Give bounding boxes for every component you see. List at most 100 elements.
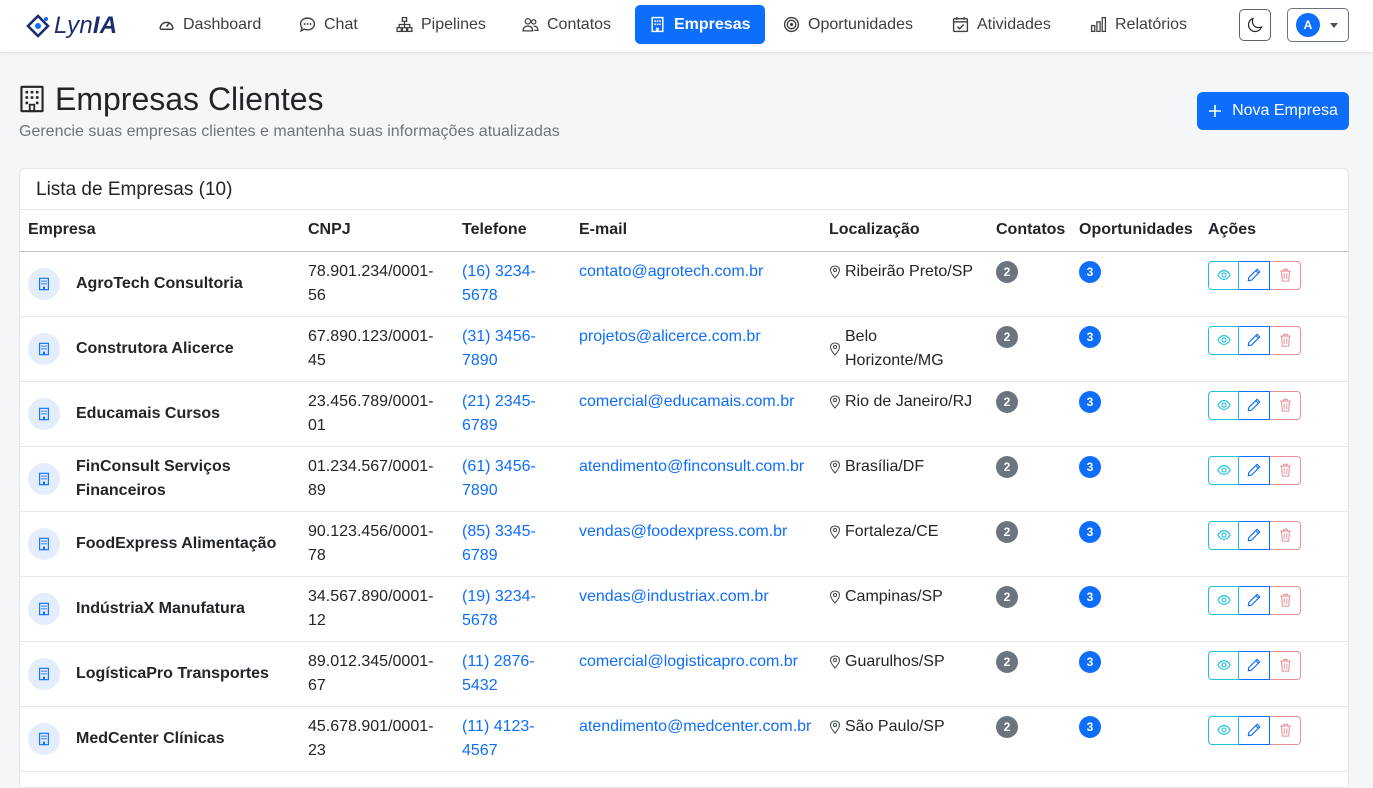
phone-link[interactable]: (19) 3234-5678: [462, 588, 536, 629]
delete-button[interactable]: [1270, 455, 1301, 485]
edit-button[interactable]: [1239, 390, 1270, 420]
phone-link[interactable]: (11) 2876-5432: [462, 653, 535, 694]
table-row[interactable]: IndústriaX Manufatura 34.567.890/0001-12…: [20, 576, 1348, 642]
geo-pin-icon: [829, 524, 841, 539]
delete-button[interactable]: [1270, 390, 1301, 420]
company-cell: Educamais Cursos: [20, 381, 300, 447]
nav-atividades-label: Atividades: [977, 15, 1051, 33]
edit-button[interactable]: [1239, 585, 1270, 615]
col-empresa[interactable]: Empresa: [20, 210, 300, 252]
building-icon: [28, 527, 60, 560]
email-link[interactable]: vendas@foodexpress.com.br: [579, 523, 787, 540]
table-row[interactable]: AgroTech Consultoria 78.901.234/0001-56 …: [20, 251, 1348, 317]
view-button[interactable]: [1208, 650, 1239, 680]
email-cell: comercial@educamais.com.br: [571, 381, 821, 447]
col-oportunidades[interactable]: Oportunidades: [1071, 210, 1200, 252]
email-link[interactable]: projetos@alicerce.com.br: [579, 328, 761, 345]
companies-card: Lista de Empresas (10) Empresa CNPJ Tele…: [19, 168, 1349, 788]
view-button[interactable]: [1208, 520, 1239, 550]
opportunities-badge: 3: [1079, 650, 1101, 673]
delete-button[interactable]: [1270, 715, 1301, 745]
table-row[interactable]: MedCenter Clínicas 45.678.901/0001-23 (1…: [20, 706, 1348, 772]
phone-cell: (85) 3345-6789: [454, 511, 571, 577]
phone-link[interactable]: (11) 4123-4567: [462, 718, 535, 759]
view-button[interactable]: [1208, 455, 1239, 485]
plus-icon: [1209, 105, 1222, 117]
location-cell: Brasília/DF: [821, 446, 988, 512]
contacts-badge: 2: [996, 585, 1018, 608]
email-link[interactable]: contato@agrotech.com.br: [579, 263, 763, 280]
email-link[interactable]: atendimento@medcenter.com.br: [579, 718, 811, 735]
nav-chat[interactable]: Chat: [285, 5, 372, 44]
opportunities-badge: 3: [1079, 390, 1101, 413]
email-cell: comercial@logisticapro.com.br: [571, 641, 821, 707]
nav-empresas[interactable]: Empresas: [635, 5, 765, 44]
view-button[interactable]: [1208, 390, 1239, 420]
user-menu-button[interactable]: A: [1287, 8, 1349, 42]
theme-toggle-button[interactable]: [1239, 9, 1271, 41]
nav-dashboard[interactable]: Dashboard: [144, 5, 275, 44]
nav-contatos[interactable]: Contatos: [508, 5, 625, 44]
table-row[interactable]: FoodExpress Alimentação 90.123.456/0001-…: [20, 511, 1348, 577]
email-link[interactable]: comercial@logisticapro.com.br: [579, 653, 798, 670]
geo-pin-icon: [829, 719, 841, 734]
col-telefone[interactable]: Telefone: [454, 210, 571, 252]
view-button[interactable]: [1208, 585, 1239, 615]
col-email[interactable]: E-mail: [571, 210, 821, 252]
email-link[interactable]: comercial@educamais.com.br: [579, 393, 794, 410]
trash-icon: [1279, 723, 1291, 737]
edit-button[interactable]: [1239, 260, 1270, 290]
col-contatos[interactable]: Contatos: [988, 210, 1071, 252]
view-button[interactable]: [1208, 325, 1239, 355]
delete-button[interactable]: [1270, 520, 1301, 550]
col-cnpj[interactable]: CNPJ: [300, 210, 454, 252]
edit-button[interactable]: [1239, 455, 1270, 485]
email-link[interactable]: vendas@industriax.com.br: [579, 588, 769, 605]
geo-pin-icon: [829, 264, 841, 279]
phone-link[interactable]: (21) 2345-6789: [462, 393, 536, 434]
actions-cell: [1200, 251, 1348, 317]
trash-icon: [1279, 658, 1291, 672]
nav-pipelines[interactable]: Pipelines: [382, 5, 500, 44]
edit-button[interactable]: [1239, 715, 1270, 745]
nav-relatorios[interactable]: Relatórios: [1076, 5, 1201, 44]
delete-button[interactable]: [1270, 650, 1301, 680]
phone-link[interactable]: (31) 3456-7890: [462, 328, 536, 369]
edit-button[interactable]: [1239, 650, 1270, 680]
phone-link[interactable]: (16) 3234-5678: [462, 263, 536, 304]
row-actions: [1208, 715, 1342, 745]
phone-link[interactable]: (61) 3456-7890: [462, 458, 536, 499]
table-row[interactable]: Construtora Alicerce 67.890.123/0001-45 …: [20, 316, 1348, 382]
brand-logo[interactable]: LynIA: [26, 11, 117, 41]
col-acoes: Ações: [1200, 210, 1348, 252]
building-icon: [20, 85, 44, 113]
nav-atividades[interactable]: Atividades: [938, 5, 1065, 44]
delete-button[interactable]: [1270, 325, 1301, 355]
page-subtitle: Gerencie suas empresas clientes e manten…: [19, 123, 560, 140]
email-link[interactable]: atendimento@finconsult.com.br: [579, 458, 804, 475]
contacts-badge: 2: [996, 520, 1018, 543]
nav-oportunidades-label: Oportunidades: [808, 15, 913, 33]
company-name: AgroTech Consultoria: [76, 274, 243, 292]
col-localizacao[interactable]: Localização: [821, 210, 988, 252]
delete-button[interactable]: [1270, 260, 1301, 290]
view-button[interactable]: [1208, 260, 1239, 290]
table-row[interactable]: FinConsult Serviços Financeiros 01.234.5…: [20, 446, 1348, 512]
brand-name: LynIA: [54, 12, 118, 39]
row-actions: [1208, 520, 1342, 550]
chevron-down-icon: [1330, 22, 1338, 28]
view-button[interactable]: [1208, 715, 1239, 745]
table-row[interactable]: Educamais Cursos 23.456.789/0001-01 (21)…: [20, 381, 1348, 447]
delete-button[interactable]: [1270, 585, 1301, 615]
new-company-button[interactable]: Nova Empresa: [1197, 92, 1349, 130]
location-text: Guarulhos/SP: [845, 652, 945, 670]
phone-link[interactable]: (85) 3345-6789: [462, 523, 536, 564]
edit-button[interactable]: [1239, 520, 1270, 550]
opportunities-badge: 3: [1079, 520, 1101, 543]
nav-oportunidades[interactable]: Oportunidades: [769, 5, 927, 44]
edit-button[interactable]: [1239, 325, 1270, 355]
table-row[interactable]: LogísticaPro Transportes 89.012.345/0001…: [20, 641, 1348, 707]
eye-icon: [1216, 595, 1231, 605]
company-name: LogísticaPro Transportes: [76, 664, 269, 682]
eye-icon: [1216, 400, 1231, 410]
